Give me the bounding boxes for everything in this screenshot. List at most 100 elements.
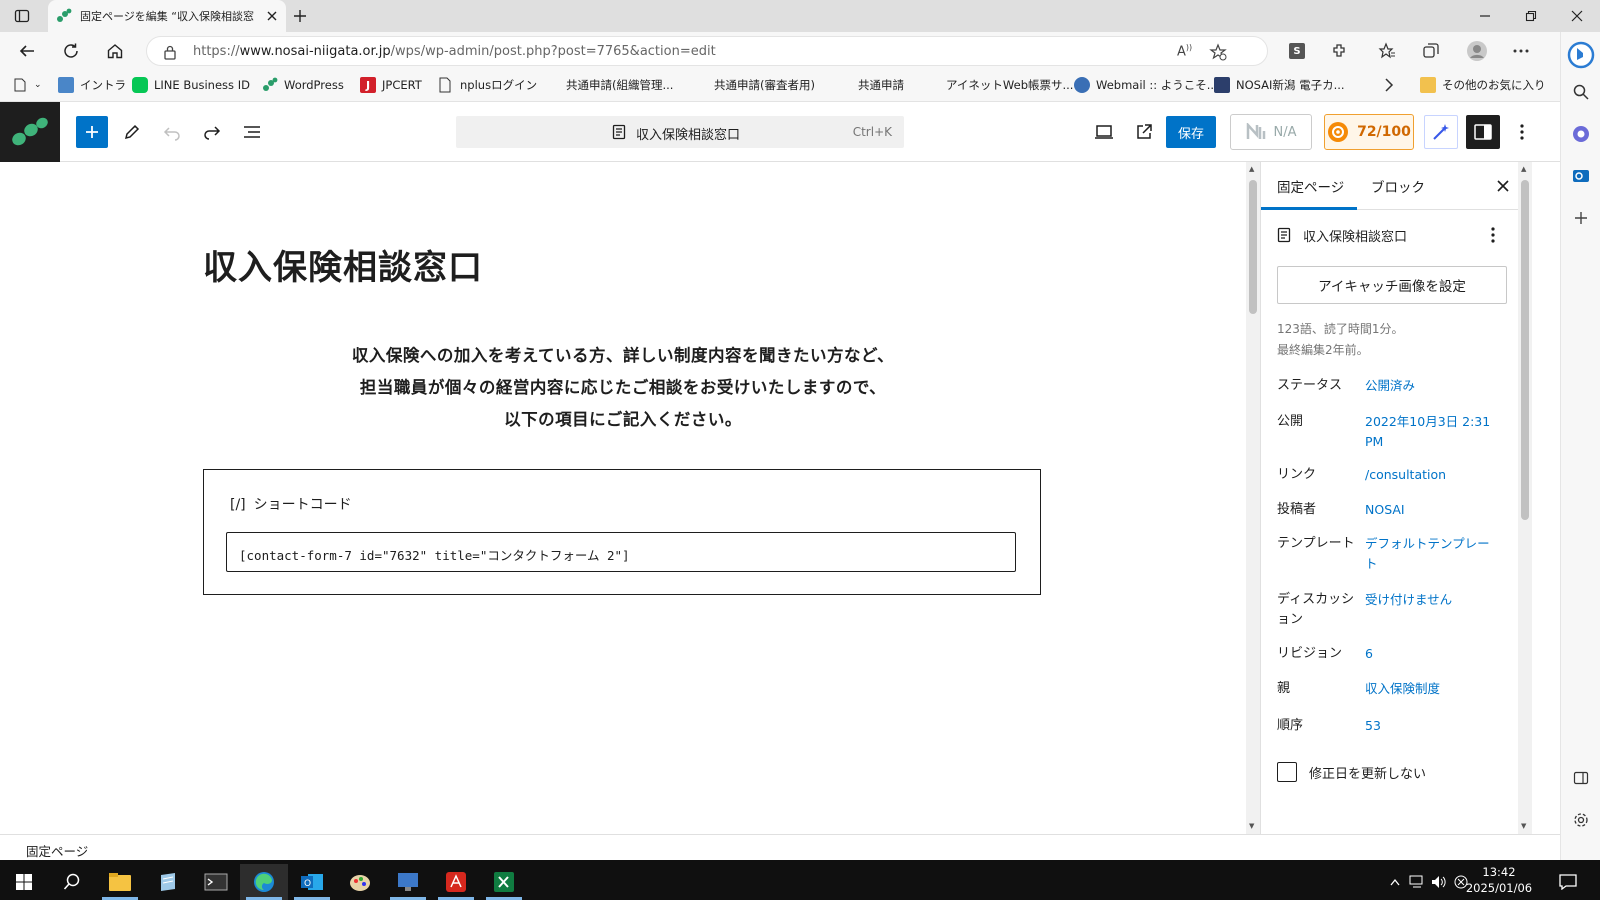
read-aloud-icon[interactable]: A)): [1177, 43, 1192, 59]
copilot-app-icon[interactable]: [1569, 122, 1593, 146]
bookmark-shared-app-org[interactable]: 共通申請(組織管理...: [566, 76, 673, 94]
site-logo-icon[interactable]: [0, 102, 60, 162]
status-value[interactable]: 公開済み: [1365, 376, 1495, 396]
address-bar[interactable]: https://www.nosai-niigata.or.jp/wps/wp-a…: [146, 36, 1268, 66]
profile-avatar-icon[interactable]: [1464, 38, 1490, 64]
preview-device-icon[interactable]: [1088, 116, 1120, 148]
parent-value[interactable]: 収入保険制度: [1365, 679, 1495, 699]
more-menu-icon[interactable]: [1508, 38, 1534, 64]
search-icon[interactable]: [1569, 80, 1593, 104]
save-button[interactable]: 保存: [1166, 116, 1216, 148]
view-page-external-icon[interactable]: [1128, 116, 1160, 148]
new-tab-icon[interactable]: [290, 6, 310, 26]
bookmark-intranet[interactable]: イントラ: [58, 76, 126, 94]
acrobat-icon[interactable]: [432, 864, 480, 900]
bookmark-other-favorites[interactable]: その他のお気に入り: [1420, 76, 1546, 94]
revisions-value[interactable]: 6: [1365, 644, 1495, 664]
collections-icon[interactable]: [1418, 38, 1444, 64]
tray-overflow-chevron-icon[interactable]: [1384, 864, 1406, 900]
taskbar-search-icon[interactable]: [48, 864, 96, 900]
publish-date-value[interactable]: 2022年10月3日 2:31 PM: [1365, 412, 1495, 452]
notification-center-icon[interactable]: [1548, 864, 1588, 900]
close-tab-icon[interactable]: [266, 10, 278, 22]
outlook-icon[interactable]: [1569, 164, 1593, 188]
refresh-icon[interactable]: [58, 38, 84, 64]
bookmark-page-menu-icon[interactable]: ⌄: [14, 76, 42, 94]
paragraph-line-3[interactable]: 以下の項目にご記入ください。: [0, 406, 1246, 430]
sidebar-scrollbar-thumb[interactable]: [1521, 180, 1529, 520]
command-palette-bar[interactable]: 収入保険相談窓口 Ctrl+K: [456, 116, 904, 148]
edge-browser-icon[interactable]: [240, 864, 288, 900]
page-actions-kebab-icon[interactable]: [1491, 227, 1495, 243]
browser-tab-active[interactable]: 固定ページを編集 “収入保険相談窓: [48, 0, 286, 32]
tab-block[interactable]: ブロック: [1371, 176, 1425, 196]
bookmark-jpcert[interactable]: J JPCERT: [360, 76, 422, 94]
url-text[interactable]: https://www.nosai-niigata.or.jp/wps/wp-a…: [193, 44, 716, 59]
discussion-value[interactable]: 受け付けません: [1365, 590, 1495, 610]
paragraph-line-2[interactable]: 担当職員が個々の経営内容に応じたご相談をお受けいたしますので、: [0, 374, 1246, 398]
post-title[interactable]: 収入保険相談窓口: [203, 240, 483, 289]
bookmark-webmail[interactable]: Webmail :: ようこそ...: [1074, 76, 1218, 94]
window-close-icon[interactable]: [1554, 0, 1600, 32]
ai-magic-wand-icon[interactable]: [1424, 115, 1458, 149]
windows-start-icon[interactable]: [0, 864, 48, 900]
add-sidebar-app-icon[interactable]: [1569, 206, 1593, 230]
network-icon[interactable]: [1406, 864, 1428, 900]
editor-scrollbar-thumb[interactable]: [1249, 180, 1257, 314]
volume-icon[interactable]: [1428, 864, 1450, 900]
bookmark-shared-app[interactable]: 共通申請: [858, 76, 904, 94]
bookmark-line-business[interactable]: LINE Business ID: [132, 76, 250, 94]
extension-s-icon[interactable]: S: [1284, 38, 1310, 64]
bookmark-nosai[interactable]: NOSAI新潟 電子カ...: [1214, 76, 1345, 94]
add-favorite-icon[interactable]: [1209, 43, 1227, 61]
taskbar-app-notepad-icon[interactable]: [144, 864, 192, 900]
link-value[interactable]: /consultation: [1365, 465, 1495, 485]
sidebar-settings-gear-icon[interactable]: [1569, 808, 1593, 832]
paragraph-line-1[interactable]: 収入保険への加入を考えている方、詳しい制度内容を聞きたい方など、: [0, 342, 1246, 366]
settings-sidebar-toggle-icon[interactable]: [1466, 115, 1500, 149]
outlook-taskbar-icon[interactable]: O: [288, 864, 336, 900]
order-value[interactable]: 53: [1365, 716, 1495, 736]
extensions-icon[interactable]: [1326, 38, 1352, 64]
paint-app-icon[interactable]: [336, 864, 384, 900]
tools-pencil-icon[interactable]: [116, 116, 148, 148]
sidebar-scrollbar[interactable]: ▲ ▼: [1518, 162, 1532, 834]
bookmark-nplus[interactable]: nplusログイン: [438, 76, 537, 94]
excel-icon[interactable]: [480, 864, 528, 900]
tab-actions-icon[interactable]: [12, 7, 32, 25]
home-icon[interactable]: [102, 38, 128, 64]
minimize-icon[interactable]: [1462, 0, 1508, 32]
tab-page[interactable]: 固定ページ: [1277, 176, 1344, 196]
hide-sidebar-icon[interactable]: [1569, 766, 1593, 790]
template-value[interactable]: デフォルトテンプレート: [1365, 534, 1495, 574]
bookmark-wordpress[interactable]: WordPress: [262, 76, 344, 94]
bookmarks-overflow-chevron-icon[interactable]: [1384, 76, 1394, 94]
file-explorer-icon[interactable]: [96, 864, 144, 900]
shortcode-block[interactable]: [/] ショートコード [contact-form-7 id="7632" tit…: [203, 469, 1041, 595]
dont-update-modified-checkbox[interactable]: [1277, 762, 1297, 782]
document-overview-icon[interactable]: [236, 116, 268, 148]
options-kebab-icon[interactable]: [1506, 116, 1538, 148]
page-name: 収入保険相談窓口: [1303, 229, 1408, 245]
editor-scrollbar[interactable]: ▲ ▼: [1246, 162, 1260, 834]
favorites-icon[interactable]: [1374, 38, 1400, 64]
block-breadcrumb[interactable]: 固定ページ: [26, 841, 88, 860]
bookmark-inet-web[interactable]: アイネットWeb帳票サ...: [946, 76, 1073, 94]
seo-na-button[interactable]: N/A: [1230, 114, 1312, 150]
seo-score-button[interactable]: 72/100: [1324, 114, 1414, 150]
undo-icon[interactable]: [156, 116, 188, 148]
author-value[interactable]: NOSAI: [1365, 500, 1495, 520]
taskbar-clock[interactable]: 13:42 2025/01/06: [1464, 864, 1534, 896]
terminal-icon[interactable]: [192, 864, 240, 900]
remote-desktop-icon[interactable]: [384, 864, 432, 900]
copilot-icon[interactable]: [1566, 40, 1596, 70]
shortcode-input[interactable]: [contact-form-7 id="7632" title="コンタクトフォ…: [226, 532, 1016, 572]
set-featured-image-button[interactable]: アイキャッチ画像を設定: [1277, 266, 1507, 304]
block-inserter-button[interactable]: [76, 116, 108, 148]
redo-icon[interactable]: [196, 116, 228, 148]
restore-icon[interactable]: [1508, 0, 1554, 32]
bookmark-shared-app-reviewer[interactable]: 共通申請(審査者用): [714, 76, 815, 94]
lock-icon[interactable]: [163, 44, 177, 60]
close-sidebar-icon[interactable]: [1493, 176, 1513, 196]
back-icon[interactable]: [14, 38, 40, 64]
